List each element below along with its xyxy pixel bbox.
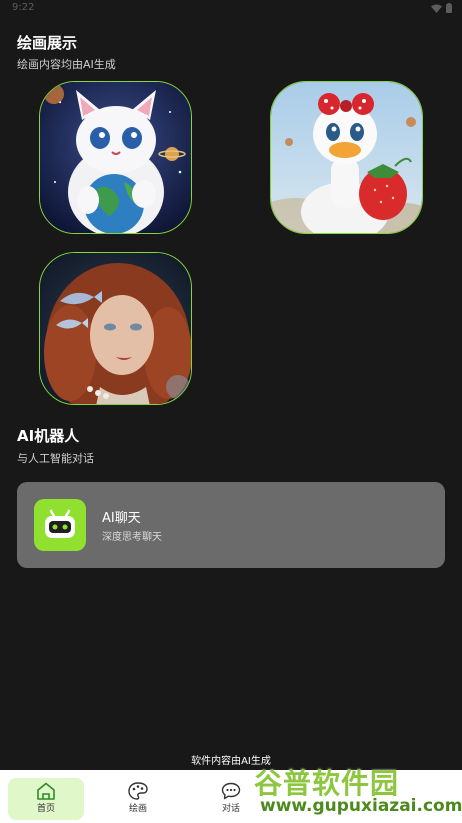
- tab-drawing-label: 绘画: [128, 804, 147, 814]
- ai-chat-title: AI聊天: [102, 511, 141, 526]
- robot-icon: [34, 499, 86, 551]
- cat-holding-earth-image[interactable]: [39, 81, 192, 234]
- wifi-icon: [431, 4, 442, 13]
- ai-chat-card[interactable]: AI聊天 深度思考聊天: [17, 482, 445, 568]
- status-time: 9:22: [12, 2, 35, 13]
- ai-chat-subtitle: 深度思考聊天: [102, 532, 162, 543]
- watermark-url-text: www.gupuxiazai.com: [260, 796, 462, 816]
- home-icon: [37, 782, 55, 800]
- redhead-woman-with-fish-image[interactable]: [39, 252, 192, 405]
- chat-bubble-icon: [221, 782, 241, 800]
- gallery-subtitle: 绘画内容均由AI生成: [17, 58, 116, 71]
- battery-icon: [446, 3, 452, 13]
- tab-home[interactable]: 首页: [8, 778, 84, 820]
- tab-home-label: 首页: [36, 804, 55, 814]
- status-bar: 9:22: [0, 0, 462, 18]
- duck-with-strawberry-image[interactable]: [270, 81, 423, 234]
- tab-drawing[interactable]: 绘画: [100, 778, 176, 820]
- gallery-title: 绘画展示: [17, 34, 78, 52]
- robot-section-title: AI机器人: [17, 427, 80, 445]
- robot-section-subtitle: 与人工智能对话: [17, 452, 94, 465]
- site-watermark: 谷普软件园 www.gupuxiazai.com: [254, 762, 462, 820]
- status-icons: [431, 3, 452, 13]
- palette-icon: [128, 782, 148, 800]
